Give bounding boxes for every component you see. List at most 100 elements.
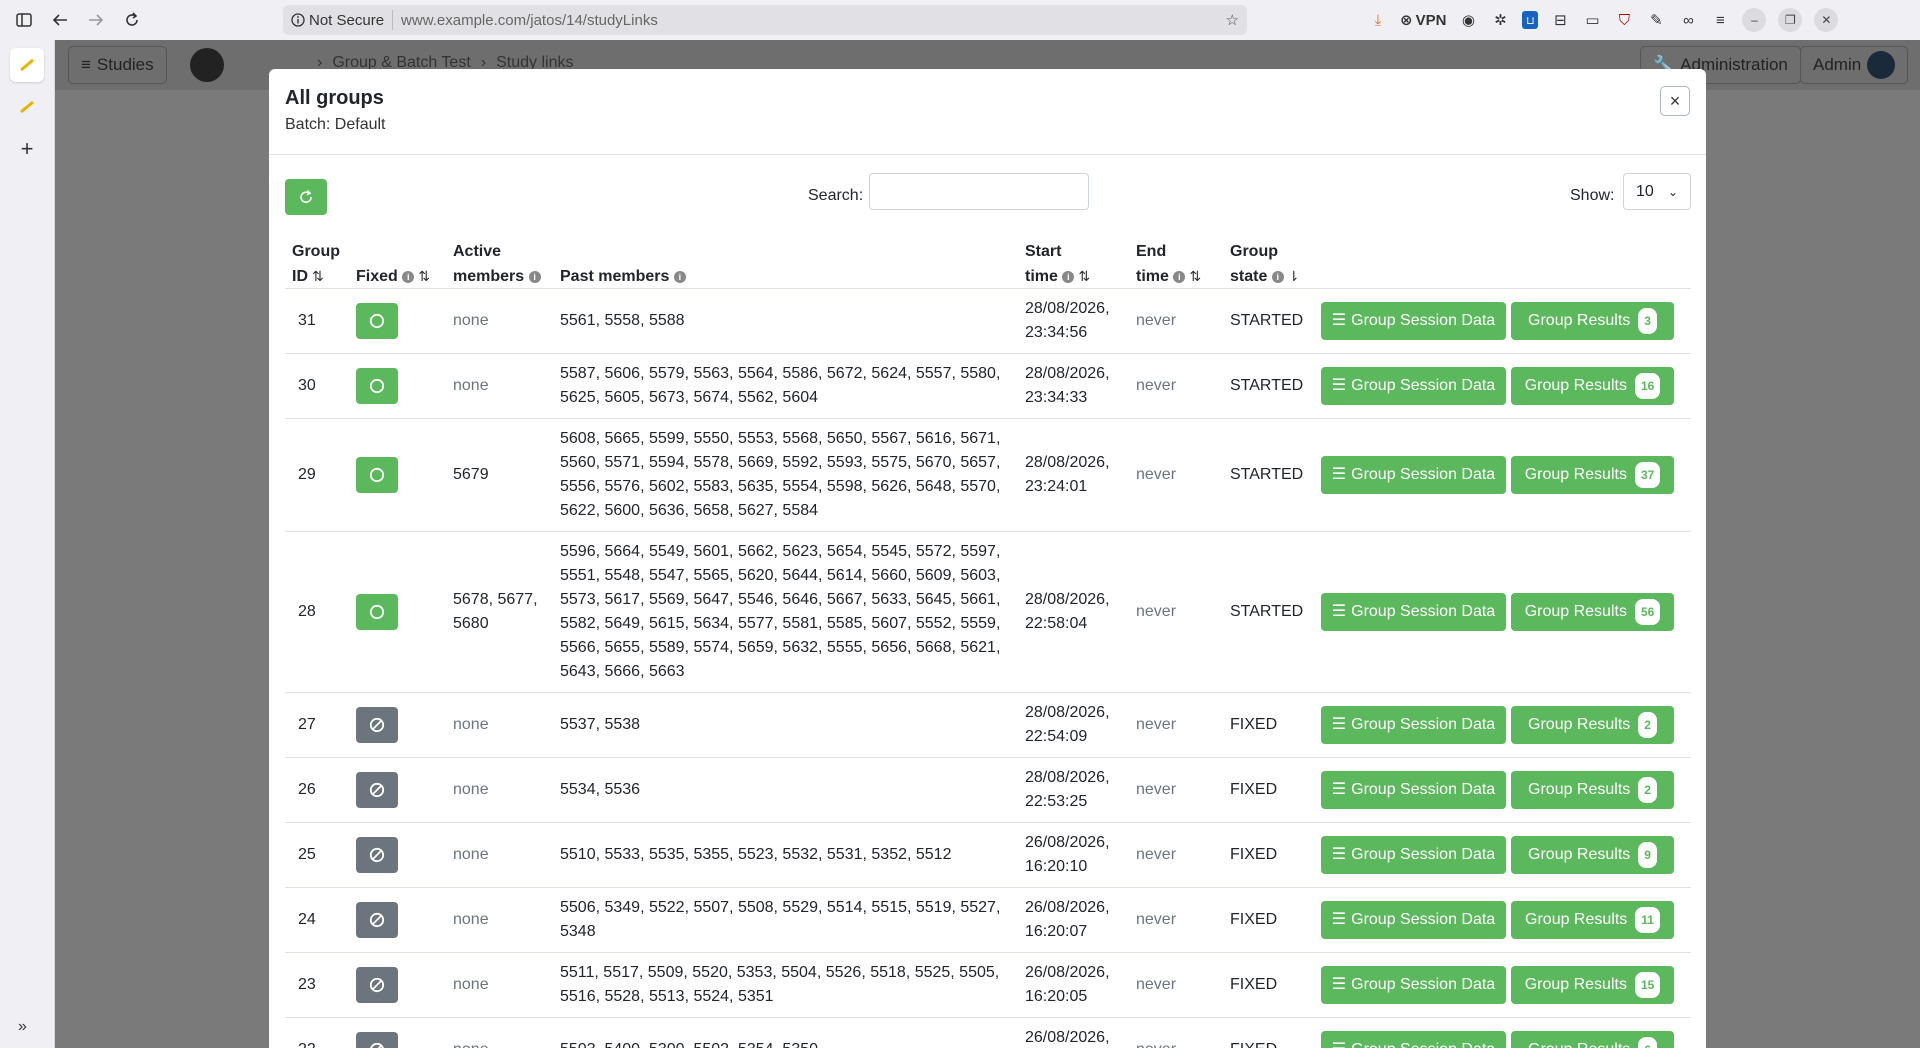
group-session-data-button[interactable]: ☰Group Session Data	[1321, 836, 1506, 874]
rail-jatos-tab[interactable]	[10, 48, 44, 82]
restore-icon[interactable]: ❐	[1778, 8, 1803, 32]
unfix-group-button[interactable]	[356, 1032, 398, 1048]
unfix-group-button[interactable]	[356, 902, 398, 938]
group-results-button[interactable]: Group Results 11	[1511, 901, 1674, 939]
close-window-icon[interactable]: ✕	[1814, 8, 1839, 32]
header-group-id[interactable]: Group ID ⇅	[292, 239, 340, 289]
studies-button[interactable]: ≡ Studies	[68, 46, 167, 84]
address-bar[interactable]: Not Secure www.example.com/jatos/14/stud…	[283, 5, 1247, 35]
sidebar-toggle-icon[interactable]	[8, 4, 40, 36]
group-state-cell: STARTED	[1230, 466, 1304, 483]
info-icon[interactable]: i	[402, 270, 415, 283]
tools-icon[interactable]: ✎	[1646, 10, 1666, 30]
bookmark-star-icon[interactable]: ☆	[1226, 11, 1239, 29]
group-results-button[interactable]: Group Results 37	[1511, 456, 1674, 494]
sort-icon[interactable]: ⇅	[418, 268, 430, 284]
header-start-time[interactable]: Start time i ⇅	[1025, 239, 1090, 289]
group-session-data-button[interactable]: ☰Group Session Data	[1321, 367, 1506, 405]
password-manager-icon[interactable]: ⊔	[1522, 11, 1539, 29]
group-session-data-button[interactable]: ☰Group Session Data	[1321, 1031, 1506, 1048]
info-icon[interactable]: i	[1271, 270, 1284, 283]
refresh-button[interactable]	[285, 179, 327, 215]
start-time-line: 28/08/2026,	[1025, 300, 1110, 317]
menu-icon[interactable]: ≡	[1710, 10, 1730, 30]
group-results-button[interactable]: Group Results 2	[1511, 706, 1674, 744]
rail-jatos-tab-2[interactable]	[10, 90, 44, 124]
sort-desc-icon[interactable]: ⇂	[1288, 268, 1300, 284]
info-icon[interactable]: i	[1062, 270, 1075, 283]
private-mask-icon[interactable]: ∞	[1678, 10, 1698, 30]
group-session-data-button[interactable]: ☰Group Session Data	[1321, 706, 1506, 744]
sort-icon[interactable]: ⇅	[312, 268, 324, 284]
past-members-line: 5537, 5538	[560, 716, 641, 733]
account-icon[interactable]: ◉	[1458, 10, 1478, 30]
back-icon[interactable]	[44, 4, 76, 36]
expand-sidebar-icon[interactable]: »	[18, 1018, 27, 1036]
past-members-cell: 5534, 5536	[560, 778, 640, 802]
fixed-cell	[356, 837, 398, 873]
modal-title: All groups	[285, 87, 384, 109]
active-members-cell: 5679	[453, 463, 489, 487]
reload-icon[interactable]	[116, 4, 148, 36]
close-button[interactable]: ×	[1660, 86, 1690, 116]
group-session-data-button[interactable]: ☰Group Session Data	[1321, 771, 1506, 809]
unfix-group-button[interactable]	[356, 837, 398, 873]
group-results-button[interactable]: Group Results 16	[1511, 367, 1674, 405]
group-id-cell: 22	[298, 1038, 316, 1048]
group-state-cell: STARTED	[1230, 312, 1304, 329]
group-session-data-button[interactable]: ☰Group Session Data	[1321, 456, 1506, 494]
group-results-button[interactable]: Group Results 2	[1511, 771, 1674, 809]
header-end-time[interactable]: End time i ⇅	[1136, 239, 1201, 289]
container-icon[interactable]: ⊟	[1550, 10, 1570, 30]
group-results-button[interactable]: Group Results 6	[1511, 1031, 1674, 1048]
browser-sidebar: + »	[0, 40, 55, 1048]
forward-icon[interactable]	[80, 4, 112, 36]
group-results-button[interactable]: Group Results 15	[1511, 966, 1674, 1004]
group-session-data-button[interactable]: ☰Group Session Data	[1321, 966, 1506, 1004]
header-fixed[interactable]: Fixed i ⇅	[356, 264, 430, 289]
download-icon[interactable]: ⤓	[1368, 10, 1388, 30]
group-results-button[interactable]: Group Results 3	[1511, 302, 1674, 340]
group-results-button[interactable]: Group Results 9	[1511, 836, 1674, 874]
unfix-group-button[interactable]	[356, 967, 398, 1003]
list-icon: ☰	[1331, 466, 1347, 483]
fix-group-button[interactable]	[356, 368, 398, 404]
group-session-data-button[interactable]: ☰Group Session Data	[1321, 593, 1506, 631]
minimize-icon[interactable]: –	[1742, 8, 1767, 32]
end-time-cell: never	[1136, 846, 1177, 863]
group-session-data-button[interactable]: ☰Group Session Data	[1321, 901, 1506, 939]
list-icon: ☰	[1331, 716, 1347, 733]
reader-icon[interactable]: ▭	[1582, 10, 1602, 30]
group-results-button[interactable]: Group Results 56	[1511, 593, 1674, 631]
extensions-icon[interactable]: ✲	[1490, 10, 1510, 30]
ublock-icon[interactable]: ⛉	[1614, 10, 1634, 30]
circle-icon	[369, 378, 385, 394]
fix-group-button[interactable]	[356, 303, 398, 339]
page-size-select[interactable]: 10 ⌄	[1623, 173, 1691, 210]
search-input[interactable]	[869, 173, 1089, 210]
user-button[interactable]: Admin	[1800, 46, 1909, 84]
studies-label: Studies	[96, 55, 154, 74]
past-members-line: 5573, 5617, 5569, 5647, 5546, 5646, 5667…	[560, 591, 1001, 608]
fix-group-button[interactable]	[356, 594, 398, 630]
past-members-line: 5622, 5600, 5636, 5658, 5627, 5584	[560, 502, 819, 519]
unfix-group-button[interactable]	[356, 772, 398, 808]
info-icon[interactable]: i	[673, 270, 686, 283]
ban-icon	[369, 847, 385, 863]
past-members-cell: 5506, 5349, 5522, 5507, 5508, 5529, 5514…	[560, 896, 1000, 944]
unfix-group-button[interactable]	[356, 707, 398, 743]
refresh-icon	[300, 189, 312, 203]
start-time-line: 26/08/2026,	[1025, 1029, 1110, 1046]
results-btn-label: Group Results	[1528, 846, 1631, 863]
info-icon[interactable]: i	[528, 270, 541, 283]
vpn-button[interactable]: ⊗ VPN	[1400, 11, 1446, 30]
header-group-state[interactable]: Group state i ⇂	[1230, 239, 1300, 289]
security-indicator[interactable]: Not Secure	[291, 10, 394, 30]
sort-icon[interactable]: ⇅	[1189, 268, 1201, 284]
new-tab-icon[interactable]: +	[10, 132, 44, 166]
session-btn-label: Group Session Data	[1351, 781, 1496, 798]
fix-group-button[interactable]	[356, 457, 398, 493]
group-session-data-button[interactable]: ☰Group Session Data	[1321, 302, 1506, 340]
info-icon[interactable]: i	[1173, 270, 1186, 283]
sort-icon[interactable]: ⇅	[1078, 268, 1090, 284]
